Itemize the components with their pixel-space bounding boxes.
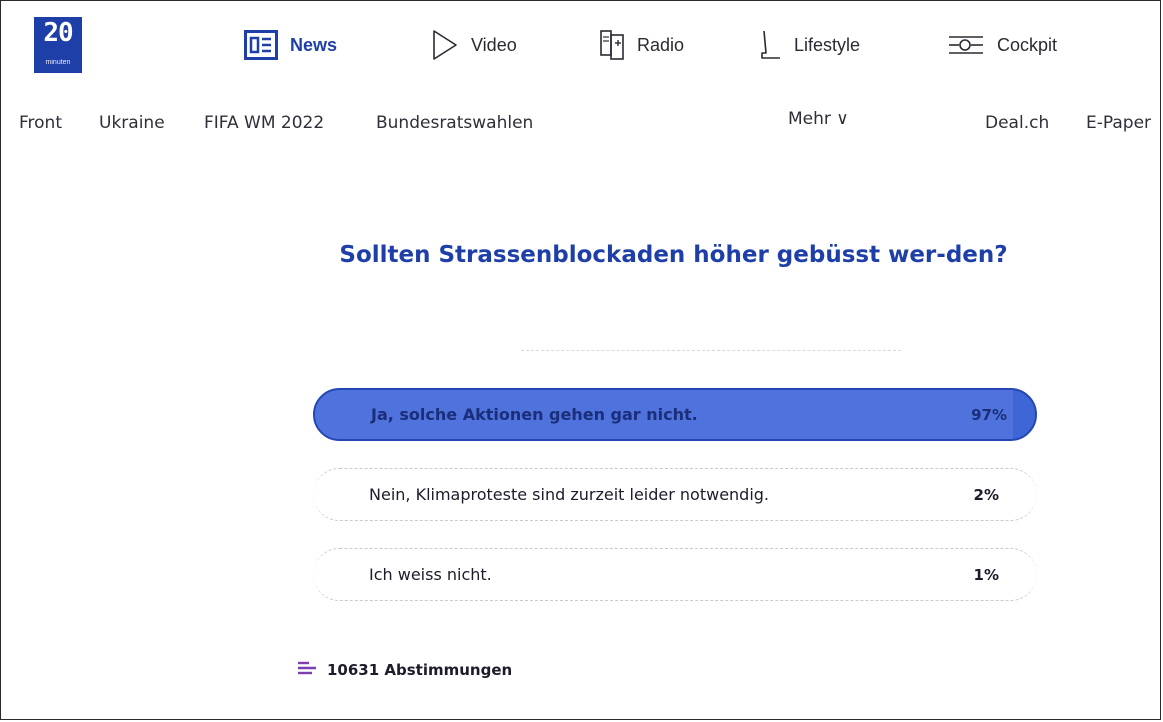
- subnav-link-epaper[interactable]: E-Paper: [1086, 113, 1151, 133]
- nav-item-radio[interactable]: Radio: [599, 29, 684, 61]
- vote-count-text: 10631 Abstimmungen: [327, 661, 513, 679]
- page-frame: 20 minuten News Video Radio Lifestyle Co…: [0, 0, 1161, 720]
- nav-label-cockpit: Cockpit: [997, 34, 1058, 55]
- radio-icon: [599, 29, 625, 61]
- poll-option-3[interactable]: Ich weiss nicht. 1%: [313, 548, 1037, 601]
- poll-option-percent: 1%: [973, 565, 999, 584]
- nav-label-radio: Radio: [637, 34, 685, 55]
- subnav-link-fifa[interactable]: FIFA WM 2022: [204, 113, 324, 133]
- news-icon: [244, 30, 278, 60]
- poll-option-label: Ich weiss nicht.: [369, 565, 492, 584]
- poll-option-1[interactable]: Ja, solche Aktionen gehen gar nicht. 97%: [313, 388, 1037, 441]
- secondary-navigation: Front Ukraine FIFA WM 2022 Bundesratswah…: [1, 105, 1160, 139]
- subnav-link-front[interactable]: Front: [19, 113, 62, 133]
- nav-item-news[interactable]: News: [244, 29, 337, 61]
- bar-chart-icon: [297, 661, 317, 679]
- logo-number: 20: [43, 18, 73, 48]
- subnav-more-dropdown[interactable]: Mehr ∨: [788, 109, 849, 129]
- poll-option-label: Nein, Klimaproteste sind zurzeit leider …: [369, 485, 770, 504]
- logo-20-minuten[interactable]: 20 minuten: [34, 17, 82, 73]
- top-navigation: 20 minuten News Video Radio Lifestyle Co…: [1, 1, 1160, 91]
- nav-item-lifestyle[interactable]: Lifestyle: [758, 29, 860, 61]
- subnav-link-bundesratswahlen[interactable]: Bundesratswahlen: [376, 113, 533, 133]
- nav-item-video[interactable]: Video: [431, 29, 517, 61]
- vote-count: 10631 Abstimmungen: [297, 661, 512, 679]
- poll-option-2[interactable]: Nein, Klimaproteste sind zurzeit leider …: [313, 468, 1037, 521]
- nav-label-video: Video: [471, 34, 517, 55]
- poll-option-percent: 2%: [973, 485, 999, 504]
- nav-label-lifestyle: Lifestyle: [794, 34, 861, 55]
- cockpit-icon: [947, 31, 985, 59]
- nav-label-news: News: [290, 34, 338, 55]
- lifestyle-icon: [758, 29, 782, 61]
- poll-option-percent: 97%: [971, 405, 1007, 424]
- subnav-link-deal[interactable]: Deal.ch: [985, 113, 1049, 133]
- subnav-link-ukraine[interactable]: Ukraine: [99, 113, 165, 133]
- play-icon: [431, 29, 459, 61]
- poll-option-label: Ja, solche Aktionen gehen gar nicht.: [371, 405, 698, 424]
- divider: [521, 350, 901, 351]
- nav-item-cockpit[interactable]: Cockpit: [947, 29, 1057, 61]
- logo-subtitle: minuten: [45, 59, 71, 66]
- poll-question: Sollten Strassenblockaden höher gebüsst …: [339, 242, 1008, 268]
